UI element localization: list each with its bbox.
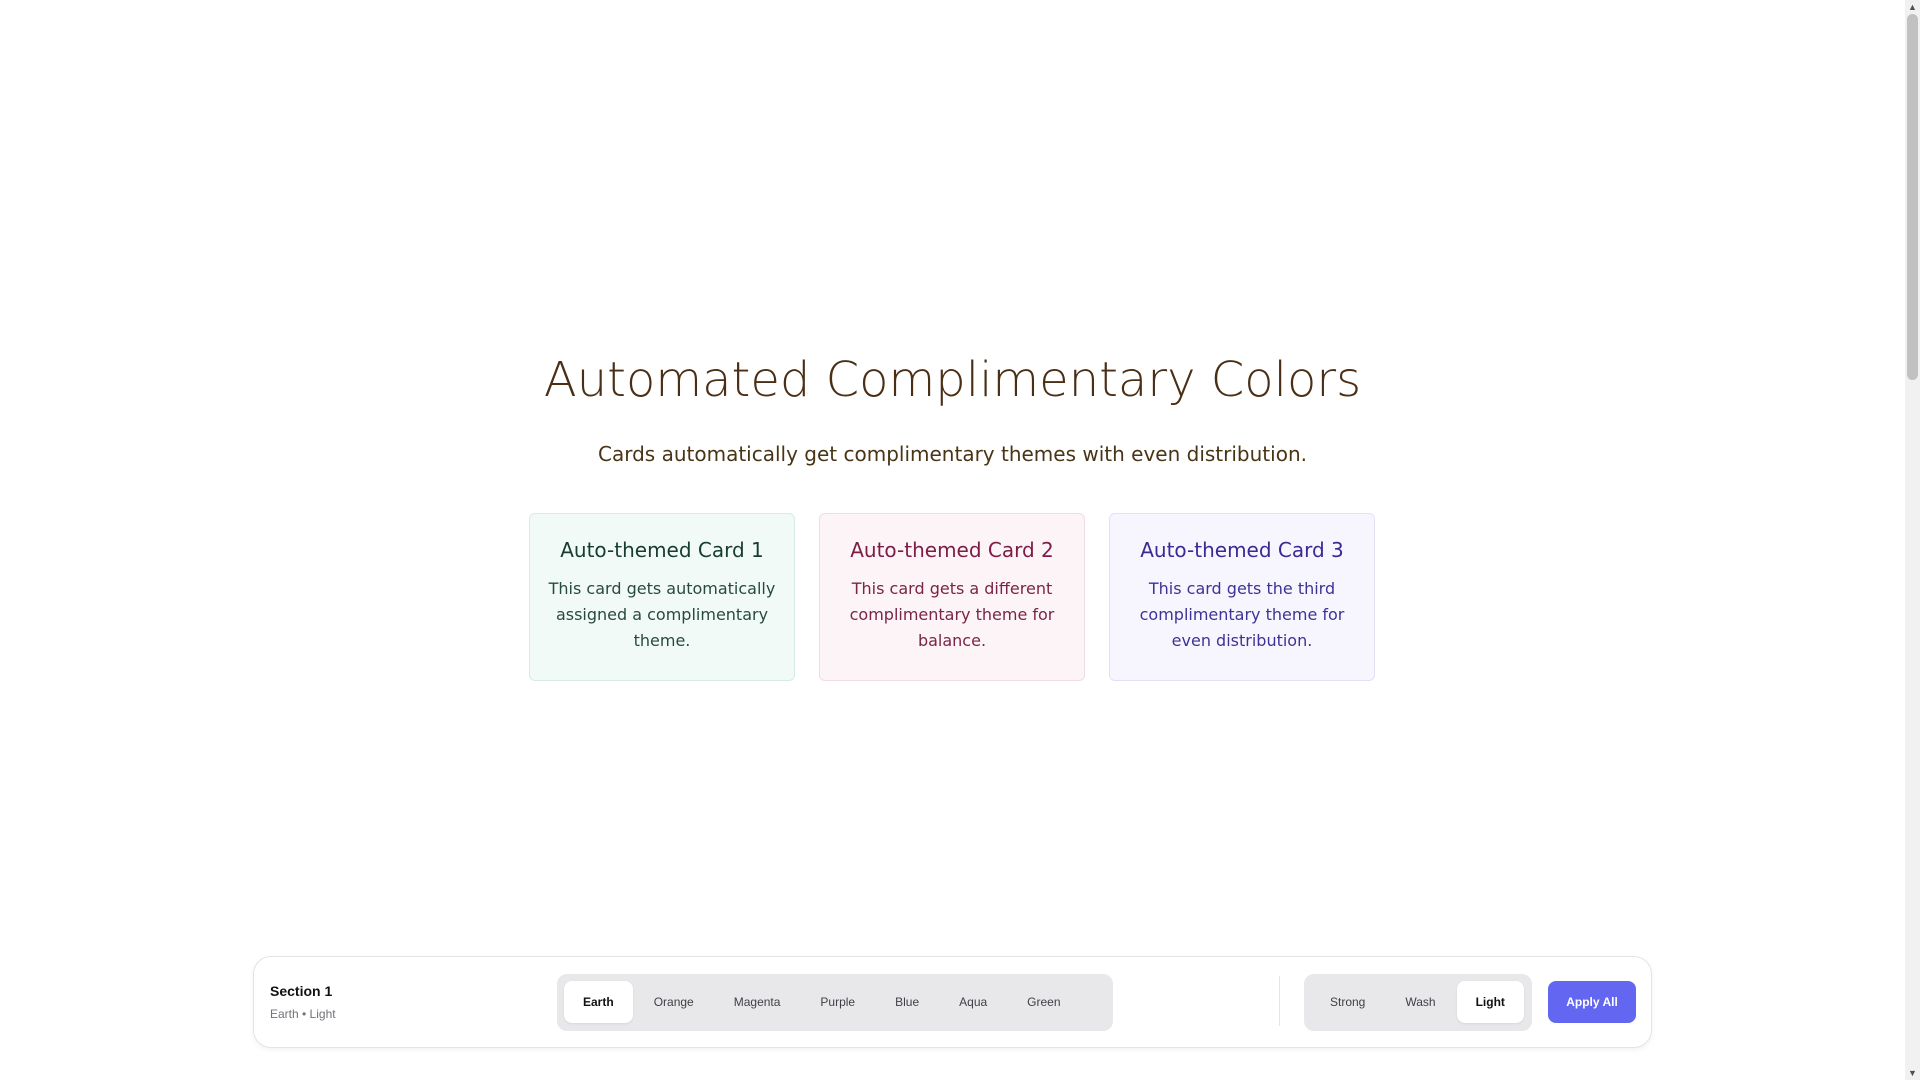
hero: Automated Complimentary Colors Cards aut… [0,340,1905,466]
card-body: This card gets automatically assigned a … [548,579,776,650]
toolbar-divider [1279,976,1280,1026]
page-subtitle: Cards automatically get complimentary th… [598,442,1307,466]
card-body: This card gets the third complimentary t… [1139,579,1345,650]
card-body: This card gets a different complimentary… [849,579,1055,650]
tone-selector: Strong Wash Light [1304,974,1532,1031]
section-subtitle: Earth • Light [270,1007,336,1021]
tone-option-light[interactable]: Light [1456,981,1524,1023]
apply-all-button[interactable]: Apply All [1548,981,1636,1023]
card-title: Auto-themed Card 2 [850,538,1054,562]
triangle-down-icon[interactable]: ▼ [1905,1066,1920,1080]
color-option-blue[interactable]: Blue [876,981,938,1023]
tone-option-wash[interactable]: Wash [1386,981,1454,1023]
color-option-magenta[interactable]: Magenta [715,981,800,1023]
theme-toolbar: Section 1 Earth • Light Earth Orange Magen… [253,956,1652,1048]
color-option-purple[interactable]: Purple [801,981,874,1023]
color-option-green[interactable]: Green [1008,981,1079,1023]
color-selector: Earth Orange Magenta Purple Blue Aqua Green [557,974,1113,1031]
section-info: Section 1 Earth • Light [270,983,336,1021]
section-title: Section 1 [270,983,333,999]
scrollbar-thumb[interactable] [1907,14,1918,380]
page-scrollbar[interactable]: ▲ ▼ [1905,0,1920,1080]
themed-card-1: Auto-themed Card 1 This card gets automa… [529,513,795,681]
color-option-orange[interactable]: Orange [635,981,713,1023]
triangle-up-icon[interactable]: ▲ [1905,0,1920,14]
themed-card-2: Auto-themed Card 2 This card gets a diff… [819,513,1085,681]
card-title: Auto-themed Card 3 [1140,538,1344,562]
card-grid: Auto-themed Card 1 This card gets automa… [529,513,1377,681]
color-option-aqua[interactable]: Aqua [940,981,1006,1023]
card-title: Auto-themed Card 1 [560,538,764,562]
tone-option-strong[interactable]: Strong [1311,981,1384,1023]
color-option-earth[interactable]: Earth [564,981,633,1023]
themed-card-3: Auto-themed Card 3 This card gets the th… [1109,513,1375,681]
page-title: Automated Complimentary Colors [543,352,1362,408]
